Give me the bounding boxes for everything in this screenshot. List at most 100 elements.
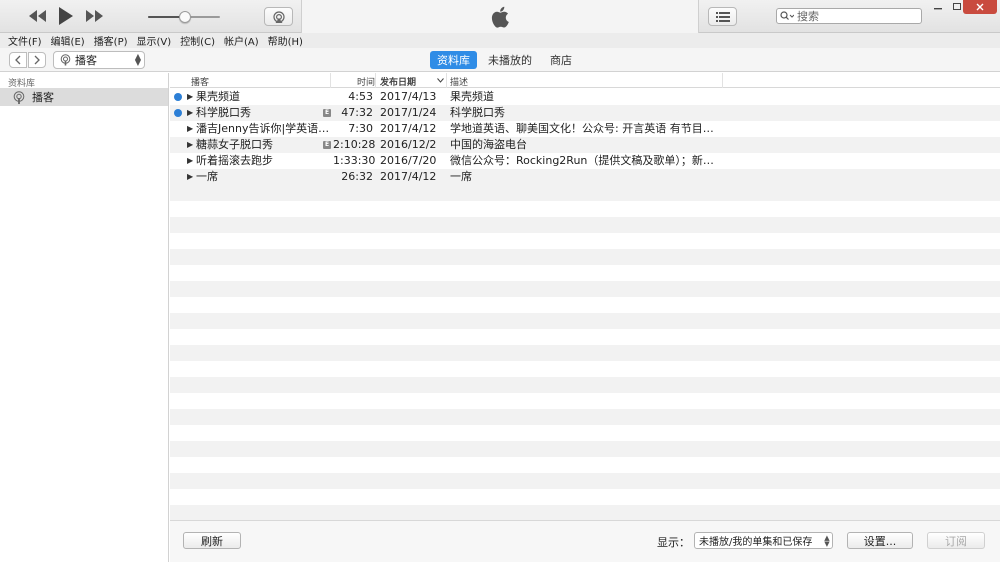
podcast-date: 2017/4/13 (380, 90, 437, 103)
menu-file[interactable]: 文件(F) (8, 33, 42, 48)
menu-help[interactable]: 帮助(H) (268, 33, 303, 48)
table-row[interactable]: ▶ 糖蒜女子脱口秀 E 2:10:28 2016/12/2 中国的海盗电台 (170, 137, 1000, 153)
podcast-name: 果壳频道 (196, 90, 240, 103)
column-header: 播客 时间 发布日期 描述 (170, 73, 1000, 88)
forward-button[interactable] (28, 52, 46, 68)
volume-slider[interactable] (148, 11, 220, 23)
column-description[interactable]: 描述 (450, 75, 468, 88)
podcast-icon (13, 90, 25, 104)
disclosure-triangle-icon[interactable]: ▶ (187, 105, 193, 121)
search-input[interactable] (797, 9, 907, 23)
podcast-rows: ▶ 果壳频道 4:53 2017/4/13 果壳频道 ▶ 科学脱口秀 E 47:… (170, 89, 1000, 185)
show-filter-select[interactable]: 未播放/我的单集和已保存 ▲ ▼ (694, 532, 833, 549)
podcast-name: 科学脱口秀 (196, 106, 251, 119)
refresh-button[interactable]: 刷新 (183, 532, 241, 549)
menu-bar: 文件(F) 编辑(E) 播客(P) 显示(V) 控制(C) 帐户(A) 帮助(H… (0, 33, 1000, 48)
table-row[interactable]: ▶ 科学脱口秀 E 47:32 2017/1/24 科学脱口秀 (170, 105, 1000, 121)
explicit-icon: E (323, 141, 331, 149)
sidebar-heading: 资料库 (8, 79, 36, 89)
unplayed-dot-icon (174, 109, 182, 117)
menu-view[interactable]: 显示(V) (137, 33, 172, 48)
chevron-left-icon (15, 55, 21, 65)
column-divider (446, 73, 447, 88)
column-time[interactable]: 时间 (357, 75, 375, 88)
column-divider (375, 73, 376, 88)
play-icon (59, 7, 73, 25)
table-row[interactable]: ▶ 一席 26:32 2017/4/12 一席 (170, 169, 1000, 185)
podcast-description: 微信公众号：Rocking2Run（提供文稿及歌单）；新浪微博：听... (450, 154, 718, 167)
close-button[interactable] (963, 0, 997, 14)
table-row[interactable]: ▶ 听着摇滚去跑步 1:33:30 2016/7/20 微信公众号：Rockin… (170, 153, 1000, 169)
podcast-name: 听着摇滚去跑步 (196, 154, 273, 167)
tab-library[interactable]: 资料库 (430, 51, 477, 69)
back-button[interactable] (9, 52, 27, 68)
podcast-time: 47:32 (341, 106, 373, 119)
podcast-date: 2016/12/2 (380, 138, 437, 151)
rewind-button[interactable] (29, 7, 47, 25)
table-row[interactable]: ▶ 潘吉Jenny告诉你|学英语聊美国... 7:30 2017/4/12 学地… (170, 121, 1000, 137)
column-release-date[interactable]: 发布日期 (380, 75, 416, 88)
unplayed-dot-icon (174, 93, 182, 101)
tab-unplayed[interactable]: 未播放的 (481, 51, 539, 69)
player-toolbar (0, 0, 1000, 33)
maximize-icon (953, 3, 961, 10)
podcast-name: 潘吉Jenny告诉你|学英语聊美国... (196, 122, 331, 135)
subscribe-button[interactable]: 订阅 (927, 532, 985, 549)
play-button[interactable] (58, 7, 74, 25)
podcast-description: 科学脱口秀 (450, 106, 505, 119)
menu-podcast[interactable]: 播客(P) (94, 33, 128, 48)
bottom-bar: 刷新 显示： 未播放/我的单集和已保存 ▲ ▼ 设置... 订阅 (170, 520, 1000, 562)
tab-store[interactable]: 商店 (543, 51, 579, 69)
list-icon (715, 11, 730, 22)
podcast-name: 糖蒜女子脱口秀 (196, 138, 273, 151)
menu-account[interactable]: 帐户(A) (224, 33, 259, 48)
airplay-button[interactable] (264, 7, 293, 26)
column-podcast[interactable]: 播客 (191, 75, 209, 88)
search-box[interactable] (776, 8, 922, 24)
close-icon (976, 3, 984, 11)
fast-forward-button[interactable] (85, 7, 103, 25)
up-next-button[interactable] (708, 7, 737, 26)
podcast-date: 2017/1/24 (380, 106, 437, 119)
column-divider (330, 73, 331, 88)
apple-logo-icon (491, 6, 509, 28)
podcast-time: 4:53 (348, 90, 373, 103)
podcast-date: 2016/7/20 (380, 154, 437, 167)
podcast-list: 播客 时间 发布日期 描述 ▶ 果壳频道 4:53 2017/4/13 果壳频道… (170, 73, 1000, 520)
podcast-name: 一席 (196, 170, 218, 183)
podcast-description: 果壳频道 (450, 90, 494, 103)
podcast-time: 1:33:30 (333, 154, 376, 167)
explicit-icon: E (323, 109, 331, 117)
podcast-icon (60, 54, 71, 66)
podcast-time: 7:30 (348, 122, 373, 135)
podcast-time: 2:10:28 (333, 138, 376, 151)
table-row[interactable]: ▶ 果壳频道 4:53 2017/4/13 果壳频道 (170, 89, 1000, 105)
select-arrows-icon: ▲ ▼ (824, 533, 830, 548)
disclosure-triangle-icon[interactable]: ▶ (187, 121, 193, 137)
sidebar-item-podcasts[interactable]: 播客 (0, 88, 168, 106)
column-divider (722, 73, 723, 88)
podcast-description: 中国的海盗电台 (450, 138, 527, 151)
settings-button[interactable]: 设置... (847, 532, 913, 549)
status-display (301, 0, 699, 33)
media-type-label: 播客 (75, 54, 97, 67)
sidebar: 资料库 播客 (0, 73, 169, 562)
disclosure-triangle-icon[interactable]: ▶ (187, 89, 193, 105)
minimize-icon (934, 8, 942, 10)
disclosure-triangle-icon[interactable]: ▶ (187, 169, 193, 185)
podcast-description: 学地道英语、聊美国文化！公众号: 开言英语 有节目文本和更多... (450, 122, 718, 135)
disclosure-triangle-icon[interactable]: ▶ (187, 153, 193, 169)
show-label: 显示： (657, 536, 690, 549)
show-filter-value: 未播放/我的单集和已保存 (699, 537, 813, 548)
rewind-icon (29, 10, 46, 22)
disclosure-triangle-icon[interactable]: ▶ (187, 137, 193, 153)
fast-forward-icon (86, 10, 103, 22)
menu-controls[interactable]: 控制(C) (180, 33, 215, 48)
media-type-select[interactable]: 播客 ▲ ▼ (53, 51, 145, 69)
sidebar-item-label: 播客 (32, 91, 54, 104)
podcast-description: 一席 (450, 170, 472, 183)
podcast-time: 26:32 (341, 170, 373, 183)
menu-edit[interactable]: 编辑(E) (51, 33, 85, 48)
volume-knob[interactable] (179, 11, 192, 23)
select-arrows-icon: ▲ ▼ (134, 52, 142, 67)
